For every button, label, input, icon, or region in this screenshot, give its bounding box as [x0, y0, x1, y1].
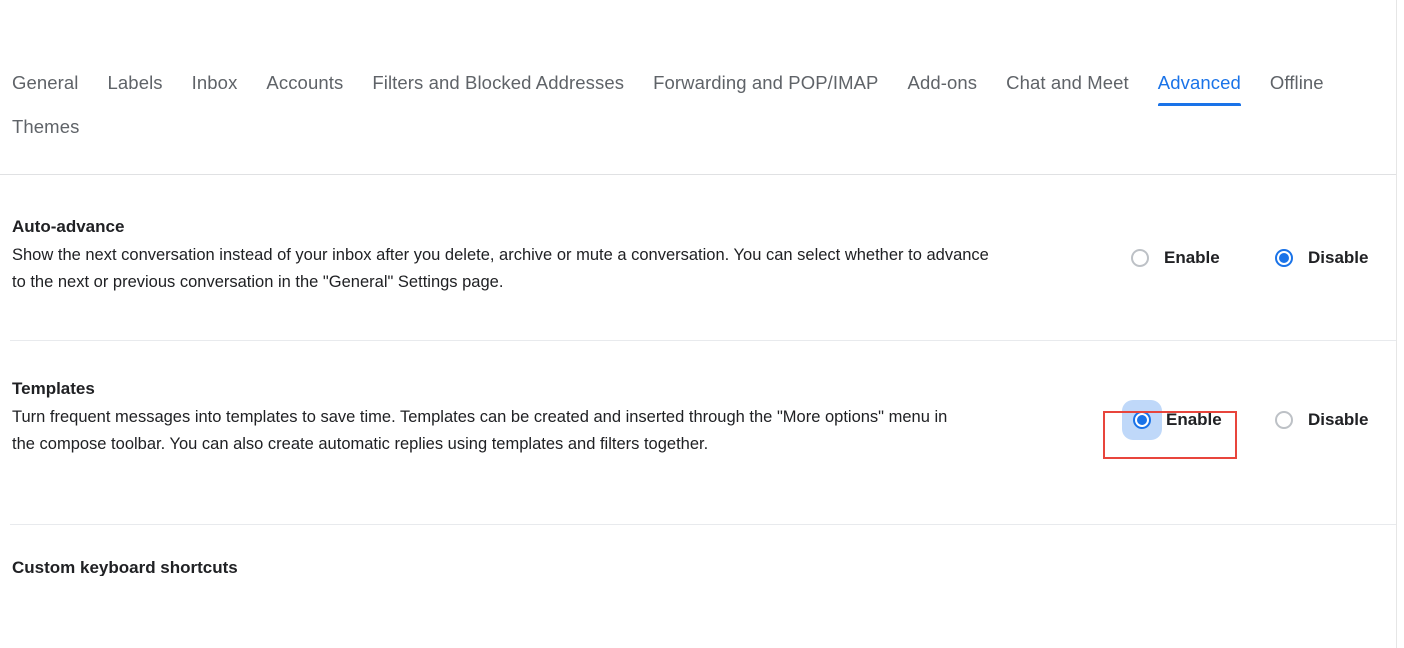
gmail-settings-advanced-page: General Labels Inbox Accounts Filters an… [0, 0, 1404, 648]
setting-row-custom-keyboard-shortcuts: Custom keyboard shortcuts [0, 556, 1396, 576]
tab-themes[interactable]: Themes [12, 116, 79, 150]
radio-button-selected-icon[interactable] [1275, 249, 1293, 267]
setting-title: Templates [12, 379, 95, 398]
settings-tab-row-secondary: Themes [0, 116, 1397, 150]
tab-inbox[interactable]: Inbox [192, 72, 238, 106]
setting-title: Custom keyboard shortcuts [12, 558, 238, 576]
scroll-container-edge [1396, 0, 1397, 648]
radio-label: Enable [1164, 248, 1220, 267]
tab-label: Accounts [266, 72, 344, 93]
tab-forwarding-and-pop-imap[interactable]: Forwarding and POP/IMAP [653, 72, 878, 106]
radio-label: Disable [1308, 248, 1369, 267]
tab-label: Chat and Meet [1006, 72, 1129, 93]
templates-enable-radio-option[interactable]: Enable [1122, 400, 1222, 440]
tab-filters-and-blocked-addresses[interactable]: Filters and Blocked Addresses [372, 72, 624, 106]
radio-wrap [1131, 249, 1149, 267]
tab-chat-and-meet[interactable]: Chat and Meet [1006, 72, 1129, 106]
radio-label: Enable [1166, 410, 1222, 429]
tab-label: General [12, 72, 79, 93]
tab-labels[interactable]: Labels [108, 72, 163, 106]
tab-active-underline [1157, 103, 1241, 106]
setting-description: Show the next conversation instead of yo… [12, 246, 989, 291]
settings-tab-row-primary: General Labels Inbox Accounts Filters an… [0, 72, 1397, 106]
divider-below-tabs [0, 174, 1396, 175]
radio-button-selected-icon[interactable] [1133, 411, 1151, 429]
setting-description: Turn frequent messages into templates to… [12, 408, 948, 453]
setting-text-auto-advance: Auto-advance Show the next conversation … [0, 215, 1090, 296]
tab-add-ons[interactable]: Add-ons [908, 72, 978, 106]
tab-label: Add-ons [907, 72, 978, 93]
auto-advance-disable-radio-option[interactable]: Disable [1275, 248, 1368, 268]
divider-below-auto-advance [10, 340, 1396, 341]
radio-wrap [1275, 249, 1293, 267]
setting-title: Auto-advance [12, 217, 125, 236]
tab-label: Labels [107, 72, 163, 93]
tab-label: Inbox [191, 72, 238, 93]
tab-general[interactable]: General [12, 72, 79, 106]
radio-button-icon[interactable] [1275, 411, 1293, 429]
setting-row-auto-advance: Auto-advance Show the next conversation … [0, 215, 1396, 296]
tab-label: Forwarding and POP/IMAP [653, 72, 879, 93]
settings-tab-bar: General Labels Inbox Accounts Filters an… [0, 72, 1397, 174]
templates-disable-radio-option[interactable]: Disable [1275, 410, 1368, 430]
setting-text-templates: Templates Turn frequent messages into te… [0, 377, 1090, 458]
tab-offline[interactable]: Offline [1270, 72, 1324, 106]
radio-button-icon[interactable] [1131, 249, 1149, 267]
tab-label: Offline [1269, 72, 1324, 93]
tab-label: Themes [12, 116, 80, 137]
radio-wrap [1122, 400, 1162, 440]
divider-below-templates [10, 524, 1396, 525]
radio-label: Disable [1308, 410, 1369, 429]
tab-advanced[interactable]: Advanced [1157, 72, 1241, 106]
radio-wrap [1275, 411, 1293, 429]
tab-accounts[interactable]: Accounts [266, 72, 343, 106]
tab-label: Advanced [1157, 72, 1241, 93]
tab-label: Filters and Blocked Addresses [372, 72, 625, 93]
setting-text-custom-keyboard-shortcuts: Custom keyboard shortcuts [0, 556, 1090, 576]
setting-row-templates: Templates Turn frequent messages into te… [0, 377, 1396, 458]
auto-advance-enable-radio-option[interactable]: Enable [1131, 248, 1220, 268]
